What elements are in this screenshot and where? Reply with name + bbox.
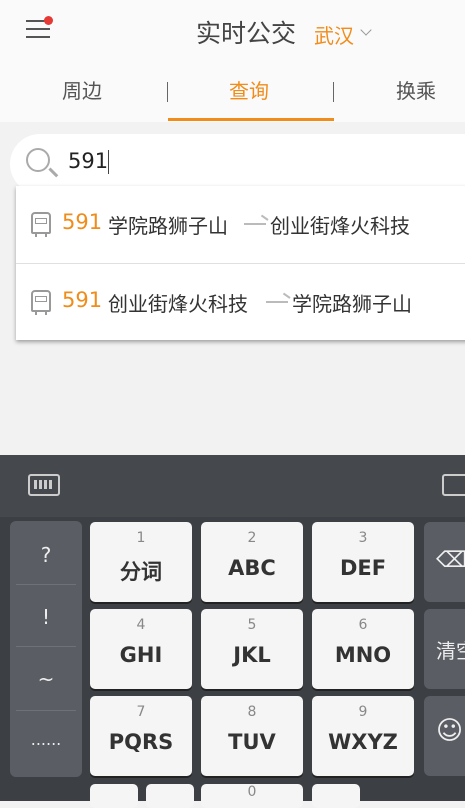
arrow-right-icon — [244, 223, 266, 225]
city-selector[interactable]: 武汉 — [314, 20, 354, 49]
search-icon — [26, 148, 50, 172]
search-query[interactable]: 591 — [68, 149, 108, 173]
key-5[interactable]: 5 JKL — [201, 609, 303, 689]
key-number: 2 — [247, 530, 257, 546]
bottom-key[interactable] — [90, 784, 138, 808]
key-6[interactable]: 6 MNO — [312, 609, 414, 689]
key-number: 9 — [358, 704, 368, 720]
tab-bar: 周边 查询 换乘 — [0, 60, 465, 122]
emoji-icon: ☺ — [436, 716, 464, 746]
tab-search[interactable]: 查询 — [229, 60, 269, 122]
bus-icon — [31, 212, 51, 237]
bottom-key[interactable] — [146, 784, 194, 808]
keyboard-hide-icon[interactable] — [442, 474, 465, 496]
key-4[interactable]: 4 GHI — [90, 609, 192, 689]
key-number: 0 — [247, 784, 257, 800]
key-label: WXYZ — [328, 730, 398, 754]
route-number: 591 — [62, 210, 103, 234]
clear-key[interactable]: 清空 — [424, 609, 465, 689]
route-number: 591 — [62, 288, 103, 312]
active-tab-indicator — [168, 118, 334, 121]
key-8[interactable]: 8 TUV — [201, 696, 303, 776]
key-9[interactable]: 9 WXYZ — [312, 696, 414, 776]
key-label: ABC — [228, 556, 276, 580]
key-number: 3 — [358, 530, 368, 546]
symbol-key[interactable]: ! — [10, 605, 82, 629]
tab-divider — [167, 82, 168, 102]
suggestion-list: 591 学院路狮子山 创业街烽火科技 591 创业街烽火科技 学院路狮子山 — [16, 186, 465, 340]
symbol-divider — [16, 646, 76, 647]
route-from: 学院路狮子山 — [108, 214, 228, 238]
key-label: PQRS — [108, 730, 174, 754]
backspace-icon: ⌫ — [436, 548, 465, 573]
key-label: 分词 — [120, 560, 162, 584]
bus-icon — [31, 290, 51, 315]
key-label: MNO — [334, 643, 392, 667]
key-number: 6 — [358, 617, 368, 633]
backspace-key[interactable]: ⌫ — [424, 522, 465, 602]
key-number: 7 — [136, 704, 146, 720]
route-to: 创业街烽火科技 — [270, 214, 410, 238]
key-1[interactable]: 1 分词 — [90, 522, 192, 602]
route-from: 创业街烽火科技 — [108, 292, 248, 316]
symbol-key[interactable]: ~ — [10, 667, 82, 691]
route-to: 学院路狮子山 — [292, 292, 412, 316]
page-title: 实时公交 — [196, 19, 297, 48]
key-label: TUV — [228, 730, 276, 754]
key-label: DEF — [339, 556, 387, 580]
key-7[interactable]: 7 PQRS — [90, 696, 192, 776]
emoji-key[interactable]: ☺ — [424, 696, 465, 776]
tab-nearby[interactable]: 周边 — [62, 60, 102, 122]
suggestion-item[interactable]: 591 创业街烽火科技 学院路狮子山 — [16, 263, 465, 340]
arrow-right-icon — [266, 301, 288, 303]
symbol-key[interactable]: ...... — [10, 730, 82, 749]
symbol-key[interactable]: ? — [10, 543, 82, 567]
bottom-key[interactable] — [312, 784, 360, 808]
key-number: 5 — [247, 617, 257, 633]
clear-key-label: 清空 — [436, 639, 465, 663]
key-2[interactable]: 2 ABC — [201, 522, 303, 602]
symbol-divider — [16, 584, 76, 585]
tab-divider — [333, 82, 334, 102]
keyboard-icon[interactable] — [28, 474, 60, 496]
notification-dot — [44, 16, 53, 25]
key-label: JKL — [233, 643, 271, 667]
symbol-divider — [16, 710, 76, 711]
key-0[interactable]: 0 — [201, 784, 303, 808]
key-3[interactable]: 3 DEF — [312, 522, 414, 602]
suggestion-item[interactable]: 591 学院路狮子山 创业街烽火科技 — [16, 186, 465, 262]
keyboard-toolbar — [0, 455, 465, 517]
tab-transfer[interactable]: 换乘 — [396, 60, 436, 122]
key-number: 4 — [136, 617, 146, 633]
key-number: 1 — [136, 530, 146, 546]
key-label: GHI — [119, 643, 163, 667]
key-number: 8 — [247, 704, 257, 720]
text-caret — [108, 150, 109, 174]
